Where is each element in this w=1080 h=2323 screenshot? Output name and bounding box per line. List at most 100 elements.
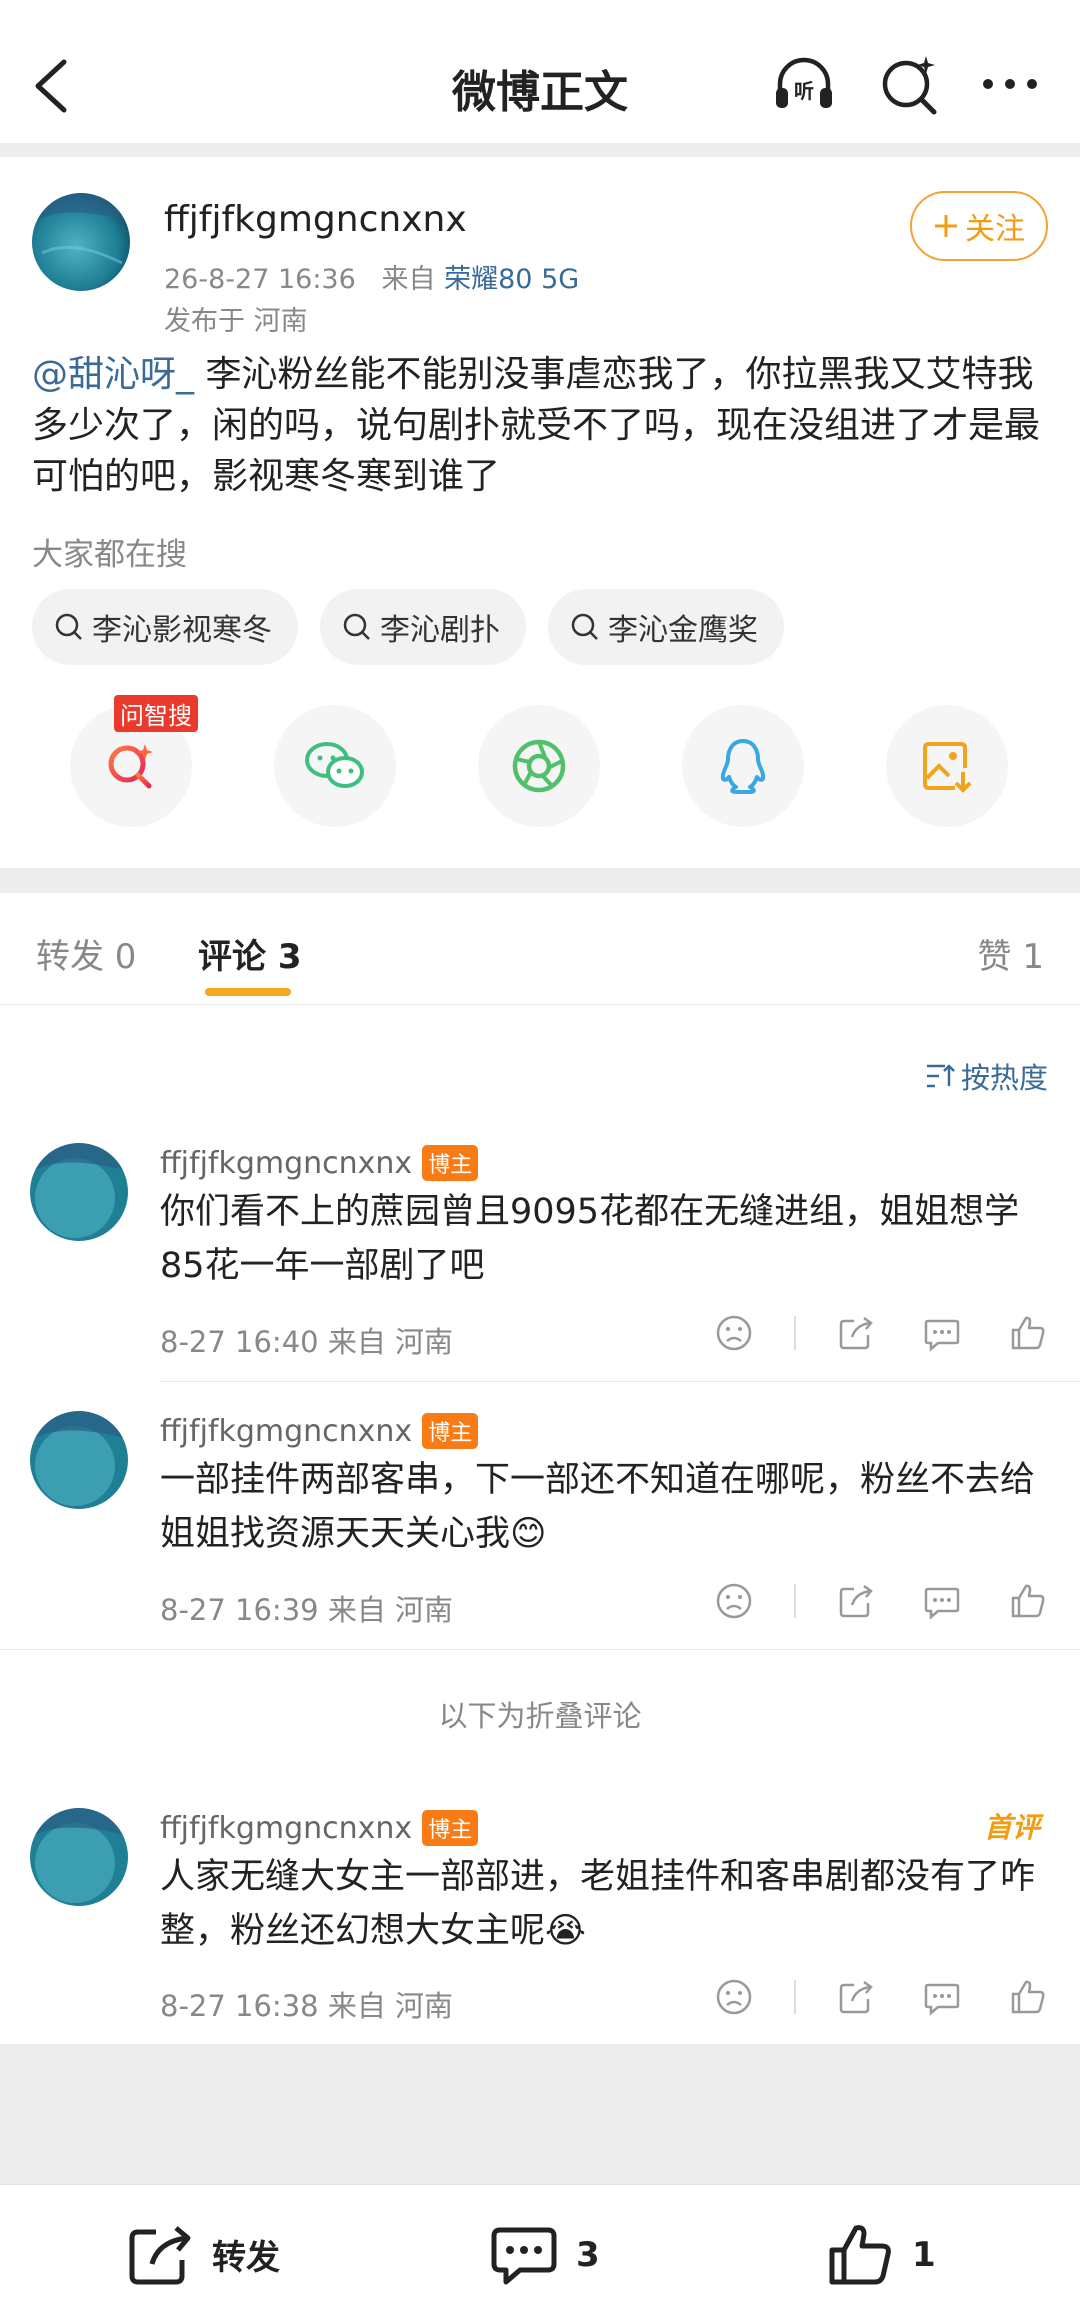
first-comment-tag: 首评 (983, 1811, 1040, 1844)
listen-headphone-icon[interactable]: 听 (772, 52, 836, 116)
dislike-face-icon[interactable] (714, 1581, 754, 1621)
dislike-face-icon[interactable] (714, 1313, 754, 1353)
reply-comment-icon[interactable] (922, 1313, 962, 1353)
divider (794, 1316, 796, 1350)
comment-text: 一部挂件两部客串，下一部还不知道在哪呢，粉丝不去给姐姐找资源天天关心我😊 (160, 1460, 1036, 1554)
search-chip-label: 李沁影视寒冬 (92, 613, 272, 648)
share-icon[interactable] (836, 1977, 876, 2017)
like-thumb-icon[interactable] (1008, 1977, 1048, 2017)
comment-author[interactable]: ffjfjfkgmgncnxnx 博主 (160, 1145, 479, 1181)
author-badge: 博主 (422, 1413, 479, 1449)
comment-author-name: ffjfjfkgmgncnxnx (160, 1413, 413, 1449)
moments-icon (512, 739, 566, 793)
qq-share-button[interactable] (682, 705, 804, 827)
post-location: 发布于 河南 (164, 306, 308, 337)
zhisou-share-button[interactable]: 问智搜 (70, 695, 198, 827)
divider (794, 1584, 796, 1618)
tab-like[interactable]: 赞 1 (978, 929, 1044, 978)
search-chip[interactable]: 李沁剧扑 (320, 589, 526, 665)
comment-actions (668, 1313, 1048, 1353)
comment-divider (160, 1381, 1080, 1382)
bottom-comment-count: 3 (576, 2234, 600, 2275)
post-meta: 26-8-27 16:36 来自 荣耀80 5G (164, 257, 579, 296)
search-chips: 李沁影视寒冬 李沁剧扑 李沁金鹰奖 (32, 589, 784, 665)
post-content: @甜沁呀_ 李沁粉丝能不能别没事虐恋我了，你拉黑我又艾特我多少次了，闲的吗，说句… (32, 349, 1052, 502)
comment-meta: 8-27 16:40 来自 河南 (160, 1325, 454, 1359)
plus-icon (935, 215, 957, 237)
search-chip[interactable]: 李沁影视寒冬 (32, 589, 298, 665)
author-badge: 博主 (422, 1810, 479, 1846)
wechat-icon (305, 742, 364, 788)
repost-icon (129, 2225, 191, 2284)
search-chip-label: 李沁金鹰奖 (608, 613, 758, 648)
zhisou-badge: 问智搜 (114, 695, 198, 732)
share-icon[interactable] (836, 1581, 876, 1621)
top-nav-bar: 微博正文 听 (0, 0, 1080, 143)
folded-divider (0, 1649, 1080, 1650)
search-chip[interactable]: 李沁金鹰奖 (548, 589, 784, 665)
comment-author-name: ffjfjfkgmgncnxnx (160, 1810, 413, 1846)
post-source-device[interactable]: 荣耀80 5G (444, 264, 579, 295)
search-chip-label: 李沁剧扑 (380, 613, 500, 648)
divider (794, 1980, 796, 2014)
share-icon[interactable] (836, 1313, 876, 1353)
bottom-repost-button[interactable]: 转发 (128, 2185, 280, 2323)
search-icon (571, 613, 598, 640)
moments-share-button[interactable] (478, 705, 600, 827)
comment-author[interactable]: ffjfjfkgmgncnxnx 博主 (160, 1413, 479, 1449)
follow-button[interactable]: 关注 (910, 191, 1048, 261)
save-image-icon (923, 742, 972, 793)
comment-icon (491, 2227, 557, 2284)
bottom-comment-button[interactable]: 3 (490, 2185, 600, 2323)
sort-toggle[interactable]: 按热度 (925, 1055, 1048, 1097)
tab-bar: 转发 0 评论 3 赞 1 (0, 893, 1080, 1005)
comment-actions (668, 1581, 1048, 1621)
share-row: 问智搜 (70, 695, 1008, 827)
comment-text: 人家无缝大女主一部部进，老姐挂件和客串剧都没有了咋整，粉丝还幻想大女主呢😭 (160, 1857, 1036, 1951)
avatar[interactable] (30, 1411, 128, 1509)
like-thumb-icon[interactable] (1008, 1313, 1048, 1353)
comment-actions (668, 1977, 1048, 2017)
trending-search-label: 大家都在搜 (32, 537, 187, 573)
comment-meta: 8-27 16:39 来自 河南 (160, 1593, 454, 1627)
comments-section: 转发 0 评论 3 赞 1 按热度 ffjfjfkgmgncnxnx 博主 你们… (0, 893, 1080, 2044)
reply-comment-icon[interactable] (922, 1977, 962, 2017)
search-icon (343, 613, 370, 640)
bottom-action-bar: 转发 3 1 (0, 2184, 1080, 2323)
tab-repost[interactable]: 转发 0 (36, 929, 136, 978)
search-icon (55, 613, 82, 640)
comment-meta: 8-27 16:38 来自 河南 (160, 1989, 454, 2023)
folded-comments-label[interactable]: 以下为折叠评论 (0, 1693, 1080, 1735)
wechat-share-button[interactable] (274, 705, 396, 827)
ai-search-icon[interactable] (878, 52, 942, 116)
qq-icon (720, 739, 766, 794)
mention-link[interactable]: @甜沁呀_ (32, 354, 194, 395)
comment-item: ffjfjfkgmgncnxnx 博主 首评 人家无缝大女主一部部进，老姐挂件和… (0, 1808, 1080, 1951)
avatar[interactable] (30, 1808, 128, 1906)
bottom-like-button[interactable]: 1 (828, 2185, 936, 2323)
avatar[interactable] (32, 193, 130, 291)
comment-item: ffjfjfkgmgncnxnx 博主 一部挂件两部客串，下一部还不知道在哪呢，… (0, 1411, 1080, 1554)
reply-comment-icon[interactable] (922, 1581, 962, 1621)
dislike-face-icon[interactable] (714, 1977, 754, 2017)
active-tab-indicator (205, 988, 291, 996)
svg-text:听: 听 (794, 79, 814, 103)
sort-label: 按热度 (960, 1061, 1048, 1095)
comment-author[interactable]: ffjfjfkgmgncnxnx 博主 (160, 1810, 479, 1846)
like-icon (829, 2224, 891, 2284)
more-icon[interactable] (978, 52, 1042, 116)
zhisou-icon (108, 744, 153, 789)
tab-comment[interactable]: 评论 3 (198, 929, 302, 978)
comment-item: ffjfjfkgmgncnxnx 博主 你们看不上的蔗园曾且9095花都在无缝进… (0, 1143, 1080, 1286)
post-author-name[interactable]: ffjfjfkgmgncnxnx (164, 199, 467, 240)
follow-label: 关注 (965, 212, 1025, 247)
post-card: ffjfjfkgmgncnxnx 26-8-27 16:36 来自 荣耀80 5… (0, 157, 1080, 868)
avatar[interactable] (30, 1143, 128, 1241)
author-badge: 博主 (422, 1145, 479, 1181)
bottom-repost-label: 转发 (212, 2238, 280, 2278)
comment-author-name: ffjfjfkgmgncnxnx (160, 1145, 413, 1181)
comment-text: 你们看不上的蔗园曾且9095花都在无缝进组，姐姐想学85花一年一部剧了吧 (160, 1192, 1020, 1286)
like-thumb-icon[interactable] (1008, 1581, 1048, 1621)
sort-icon (926, 1064, 955, 1088)
save-image-button[interactable] (886, 705, 1008, 827)
